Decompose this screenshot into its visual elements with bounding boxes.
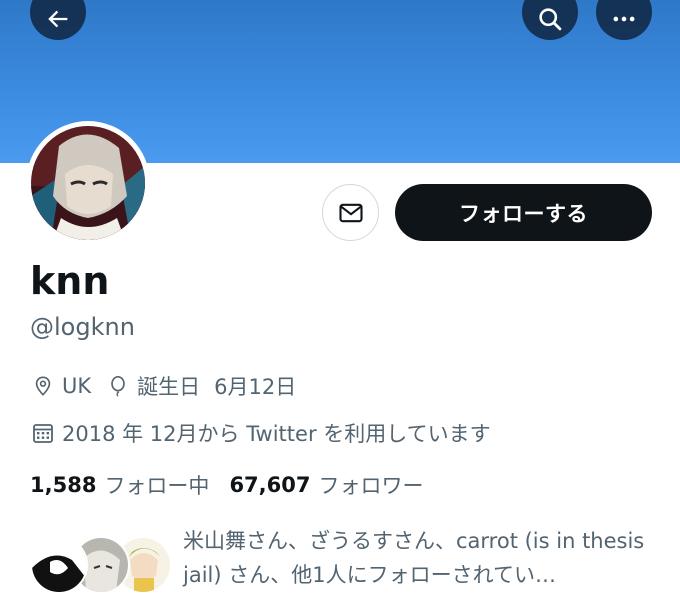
mail-icon — [338, 203, 363, 222]
message-button[interactable] — [322, 184, 379, 241]
avatar-image — [31, 126, 145, 240]
followers-label[interactable]: フォロワー — [318, 470, 423, 500]
balloon-icon — [105, 373, 131, 399]
display-name: knn — [30, 259, 110, 303]
followers-count[interactable]: 67,607 — [229, 473, 310, 497]
more-icon — [613, 16, 635, 22]
birthday-label: 誕生日 — [137, 375, 201, 399]
following-count[interactable]: 1,588 — [30, 473, 96, 497]
following-label[interactable]: フォロー中 — [104, 470, 209, 500]
joined-date-text: 2018 年 12月から Twitter を利用しています — [62, 422, 491, 446]
known-follower-avatar — [30, 536, 88, 594]
follow-button[interactable]: フォローする — [395, 184, 652, 241]
known-followers-text[interactable]: 米山舞さん、ざうるすさん、carrot (is in thesis jail) … — [183, 524, 663, 592]
profile-meta-row: UK 誕生日 6月12日 — [30, 370, 310, 402]
profile-avatar[interactable] — [26, 121, 150, 245]
user-handle: @logknn — [30, 313, 135, 341]
known-followers[interactable]: 米山舞さん、ざうるすさん、carrot (is in thesis jail) … — [30, 524, 670, 604]
known-follower-avatars — [30, 532, 172, 598]
search-icon — [539, 8, 562, 31]
location-text: UK — [62, 374, 92, 398]
follow-stats: 1,588 フォロー中 67,607 フォロワー — [30, 469, 443, 501]
joined-row: 2018 年 12月から Twitter を利用しています — [30, 417, 505, 449]
location-pin-icon — [30, 373, 56, 399]
birthday-value: 6月12日 — [214, 375, 297, 399]
calendar-icon — [30, 420, 56, 446]
back-arrow-icon — [48, 10, 68, 28]
